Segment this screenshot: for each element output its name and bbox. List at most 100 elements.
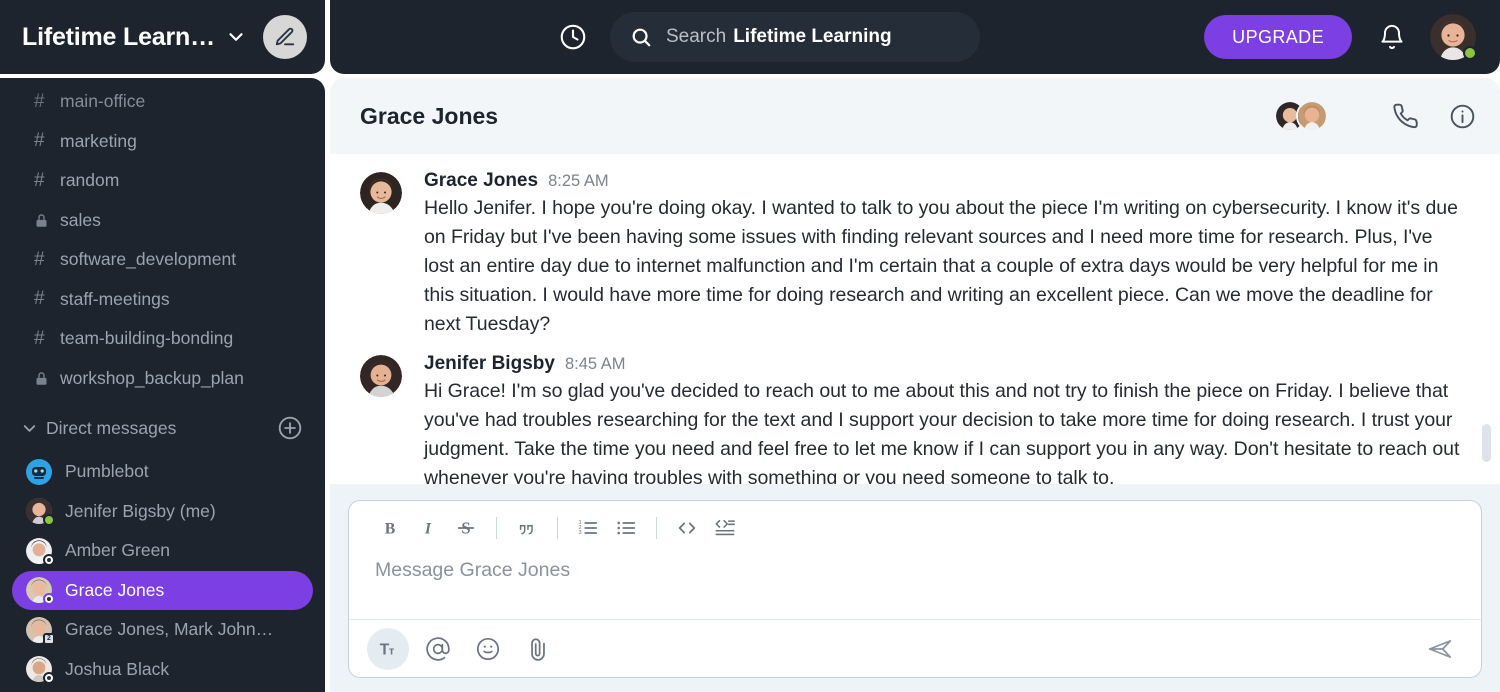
channel-label: workshop_backup_plan <box>60 367 244 388</box>
message-scrollbar[interactable] <box>1482 424 1491 462</box>
channel-label: team-building-bonding <box>60 328 234 349</box>
sidebar-dm-group-grace-mark[interactable]: 2 Grace Jones, Mark John… <box>12 610 313 650</box>
workspace-bar: Lifetime Learn… <box>0 0 325 74</box>
sidebar-channel-software-development[interactable]: # software_development <box>12 240 313 280</box>
conversation-header: Grace Jones <box>330 78 1500 154</box>
message-author: Jenifer Bigsby <box>424 353 555 374</box>
sidebar-channel-team-building-bonding[interactable]: # team-building-bonding <box>12 319 313 359</box>
blockquote-icon[interactable] <box>508 509 546 547</box>
direct-messages-label: Direct messages <box>46 417 177 438</box>
avatar <box>26 656 55 685</box>
sidebar-channel-random[interactable]: # random <box>12 161 313 201</box>
sidebar-dm-jenifer-bigsby[interactable]: Jenifer Bigsby (me) <box>12 492 313 532</box>
channel-label: marketing <box>60 130 137 151</box>
message-input[interactable]: Message Grace Jones <box>349 555 1481 619</box>
message-timestamp: 8:45 AM <box>564 355 626 373</box>
right-column: Search Lifetime Learning UPGRADE Grace J… <box>325 0 1500 692</box>
user-avatar[interactable] <box>1430 14 1477 60</box>
avatar[interactable] <box>360 172 402 214</box>
bold-icon[interactable]: B <box>371 509 409 547</box>
message-body: Jenifer Bigsby 8:45 AM Hi Grace! I'm so … <box>424 353 1460 484</box>
channel-label: sales <box>60 209 101 230</box>
bullet-list-icon[interactable] <box>607 509 645 547</box>
sidebar-dm-joshua-black[interactable]: Joshua Black <box>12 650 313 690</box>
hash-icon: # <box>34 130 45 152</box>
mention-icon[interactable] <box>417 628 459 670</box>
send-icon[interactable] <box>1417 628 1463 670</box>
italic-icon[interactable]: I <box>409 509 447 547</box>
conversation-members-button[interactable] <box>1274 100 1328 132</box>
channel-list: # main-office # marketing # random sales <box>0 82 325 398</box>
sidebar-channel-staff-meetings[interactable]: # staff-meetings <box>12 280 313 320</box>
dm-label: Grace Jones <box>65 579 165 600</box>
clock-icon[interactable] <box>558 22 588 52</box>
lock-icon <box>34 370 60 387</box>
inline-code-icon[interactable] <box>668 509 706 547</box>
message-meta: Jenifer Bigsby 8:45 AM <box>424 353 1460 375</box>
search-scope-value: Lifetime Learning <box>733 26 892 47</box>
sidebar-dm-pumblebot[interactable]: Pumblebot <box>12 452 313 492</box>
hash-icon: # <box>34 169 45 191</box>
hash-icon: # <box>34 90 45 112</box>
upgrade-button[interactable]: UPGRADE <box>1204 15 1352 59</box>
chevron-down-icon[interactable] <box>20 419 46 438</box>
phone-icon[interactable] <box>1392 103 1419 130</box>
dm-label: Grace Jones, Mark John… <box>65 619 274 640</box>
hash-icon: # <box>34 327 45 349</box>
toolbar-divider <box>656 517 657 539</box>
message-composer: B I S 123 Message Grace Jones T т <box>348 500 1482 678</box>
compose-edit-button[interactable] <box>262 15 307 59</box>
sidebar-channel-workshop-backup-plan[interactable]: workshop_backup_plan <box>12 359 313 399</box>
emoji-icon[interactable] <box>467 628 509 670</box>
message-author: Grace Jones <box>424 170 539 191</box>
ordered-list-icon[interactable]: 123 <box>569 509 607 547</box>
avatar <box>1296 100 1328 132</box>
dm-label: Pumblebot <box>65 461 149 482</box>
avatar <box>26 458 52 485</box>
message-text: Hi Grace! I'm so glad you've decided to … <box>424 380 1460 484</box>
message-list: Grace Jones 8:25 AM Hello Jenifer. I hop… <box>330 154 1500 484</box>
toolbar-divider <box>496 517 497 539</box>
search-input[interactable]: Search Lifetime Learning <box>610 12 980 62</box>
avatar[interactable] <box>360 355 402 397</box>
status-offline-indicator <box>43 593 55 606</box>
sidebar-channel-sales[interactable]: sales <box>12 201 313 241</box>
sidebar-dm-amber-green[interactable]: Amber Green <box>12 531 313 571</box>
channel-label: random <box>60 170 120 191</box>
sidebar-dm-grace-jones[interactable]: Grace Jones <box>12 570 313 610</box>
composer-actions: Tт <box>349 619 1481 677</box>
formatting-toggle-icon[interactable]: Tт <box>367 627 409 670</box>
attachment-icon[interactable] <box>517 628 559 670</box>
status-online-indicator <box>1463 46 1477 60</box>
message-body: Grace Jones 8:25 AM Hello Jenifer. I hop… <box>424 170 1460 339</box>
status-offline-indicator <box>43 553 55 566</box>
svg-text:т: т <box>389 645 395 657</box>
chevron-down-icon[interactable] <box>225 26 247 48</box>
info-circle-icon[interactable] <box>1449 103 1476 130</box>
page-title: Grace Jones <box>360 102 499 129</box>
message-item: Jenifer Bigsby 8:45 AM Hi Grace! I'm so … <box>330 345 1500 484</box>
toolbar-divider <box>557 517 558 539</box>
avatar: 2 <box>26 616 55 645</box>
sidebar-channel-marketing[interactable]: # marketing <box>12 122 313 162</box>
avatar <box>26 537 55 566</box>
chat-app-window: Lifetime Learn… # main-office # marketin… <box>0 0 1500 692</box>
search-icon <box>630 26 652 48</box>
code-block-icon[interactable] <box>706 509 744 547</box>
dm-label: Amber Green <box>65 540 171 561</box>
sidebar: # main-office # marketing # random sales <box>0 78 325 692</box>
left-column: Lifetime Learn… # main-office # marketin… <box>0 0 325 692</box>
svg-text:I: I <box>424 520 432 537</box>
bell-icon[interactable] <box>1378 23 1406 51</box>
plus-circle-icon[interactable] <box>277 415 303 441</box>
channel-label: software_development <box>60 249 237 270</box>
workspace-title: Lifetime Learn… <box>22 22 215 51</box>
direct-message-list: Pumblebot Jenifer Bigsby (me) Amber Gree… <box>0 452 325 689</box>
message-text: Hello Jenifer. I hope you're doing okay.… <box>424 197 1458 335</box>
group-count-badge: 2 <box>43 632 55 645</box>
sidebar-channel-main-office[interactable]: # main-office <box>12 82 313 122</box>
strikethrough-icon[interactable]: S <box>447 509 485 547</box>
formatting-toolbar: B I S 123 <box>349 501 1481 555</box>
lock-icon <box>34 212 60 229</box>
direct-messages-section-header: Direct messages <box>0 404 325 452</box>
